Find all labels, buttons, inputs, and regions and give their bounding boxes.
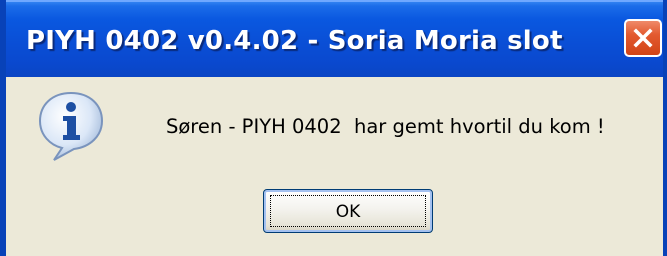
close-button[interactable] xyxy=(624,19,662,57)
title-bar[interactable]: PIYH 0402 v0.4.02 - Soria Moria slot xyxy=(6,0,663,77)
window-title: PIYH 0402 v0.4.02 - Soria Moria slot xyxy=(26,26,563,56)
title-bar-highlight xyxy=(6,0,663,2)
ok-button-label: OK xyxy=(335,202,361,222)
ok-button[interactable]: OK xyxy=(263,189,433,233)
message-dialog: PIYH 0402 v0.4.02 - Soria Moria slot Sør… xyxy=(0,0,667,256)
info-icon xyxy=(38,91,104,161)
dialog-message: Søren - PIYH 0402 har gemt hvortil du ko… xyxy=(166,115,605,138)
dialog-content: Søren - PIYH 0402 har gemt hvortil du ko… xyxy=(6,77,663,256)
close-icon xyxy=(633,28,653,48)
